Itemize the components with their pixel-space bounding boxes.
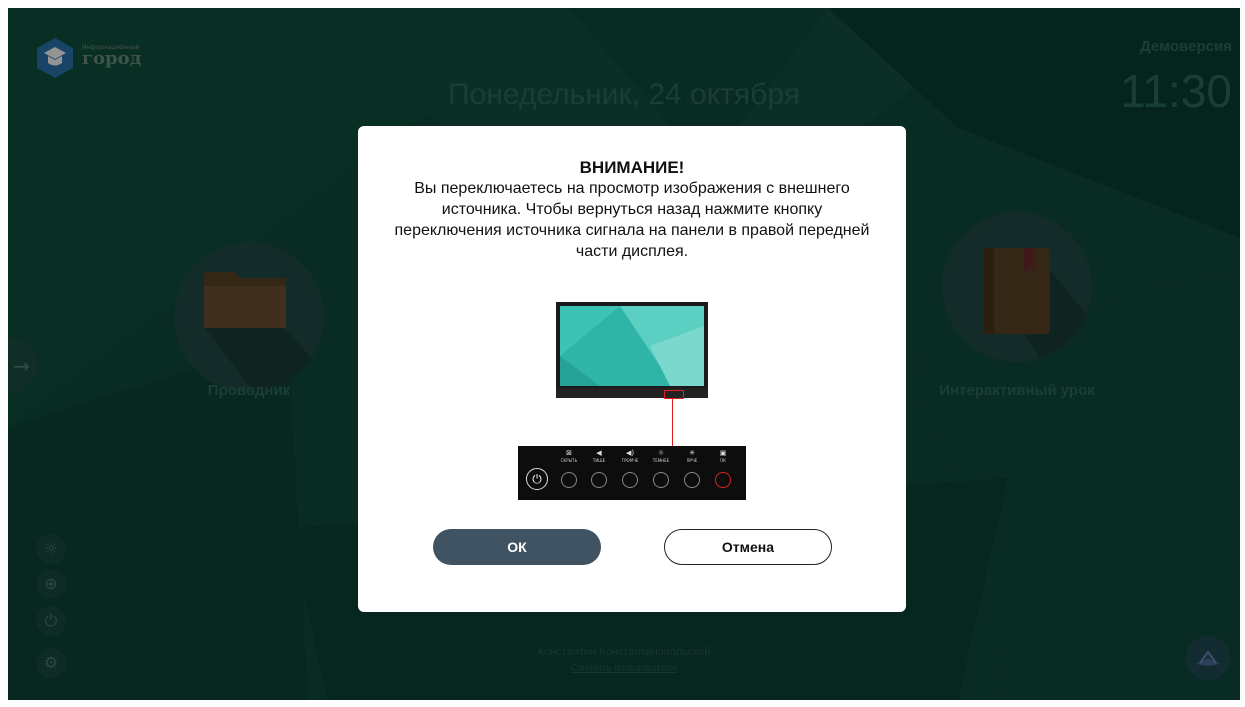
dialog-message: Вы переключаетесь на просмотр изображени…: [394, 180, 870, 260]
panel-label-louder: ГРОМЧЕ: [621, 458, 639, 463]
brightness-down-icon: ☼: [657, 449, 665, 457]
panel-label-hide: СКРЫТЬ: [560, 458, 578, 463]
desktop-screen: Информационный город Понедельник, 24 окт…: [8, 8, 1240, 700]
panel-button: [561, 472, 577, 488]
volume-down-icon: ◀: [596, 449, 602, 457]
ok-button[interactable]: ОК: [433, 529, 601, 565]
panel-button: [684, 472, 700, 488]
source-button-highlight: [664, 390, 684, 399]
warning-dialog: ВНИМАНИЕ! Вы переключаетесь на просмотр …: [358, 126, 906, 612]
panel-source-button: [715, 472, 731, 488]
panel-button: [653, 472, 669, 488]
panel-button: [591, 472, 607, 488]
panel-button: [622, 472, 638, 488]
cancel-button[interactable]: Отмена: [664, 529, 832, 565]
panel-label-quieter: ТИШЕ: [592, 458, 606, 463]
control-panel-illustration: ⏻ ⊠ СКРЫТЬ ◀ ТИШЕ ◀) ГРОМЧЕ ☼ ТЕМНЕЕ ✳ Я…: [518, 446, 746, 500]
panel-label-darker: ТЕМНЕЕ: [652, 458, 670, 463]
hide-icon: ⊠: [566, 449, 572, 457]
display-screen-image: [560, 306, 704, 386]
highlight-connector-line: [672, 398, 673, 446]
dialog-title: ВНИМАНИЕ!: [579, 158, 685, 177]
display-illustration: [556, 302, 708, 400]
panel-power-icon: ⏻: [526, 468, 548, 490]
panel-label-brighter: ЯРЧЕ: [686, 458, 698, 463]
brightness-up-icon: ✳: [689, 449, 695, 457]
volume-up-icon: ◀): [625, 449, 635, 457]
panel-label-pc: ПК: [720, 458, 726, 463]
pc-source-icon: ▣: [719, 449, 727, 457]
